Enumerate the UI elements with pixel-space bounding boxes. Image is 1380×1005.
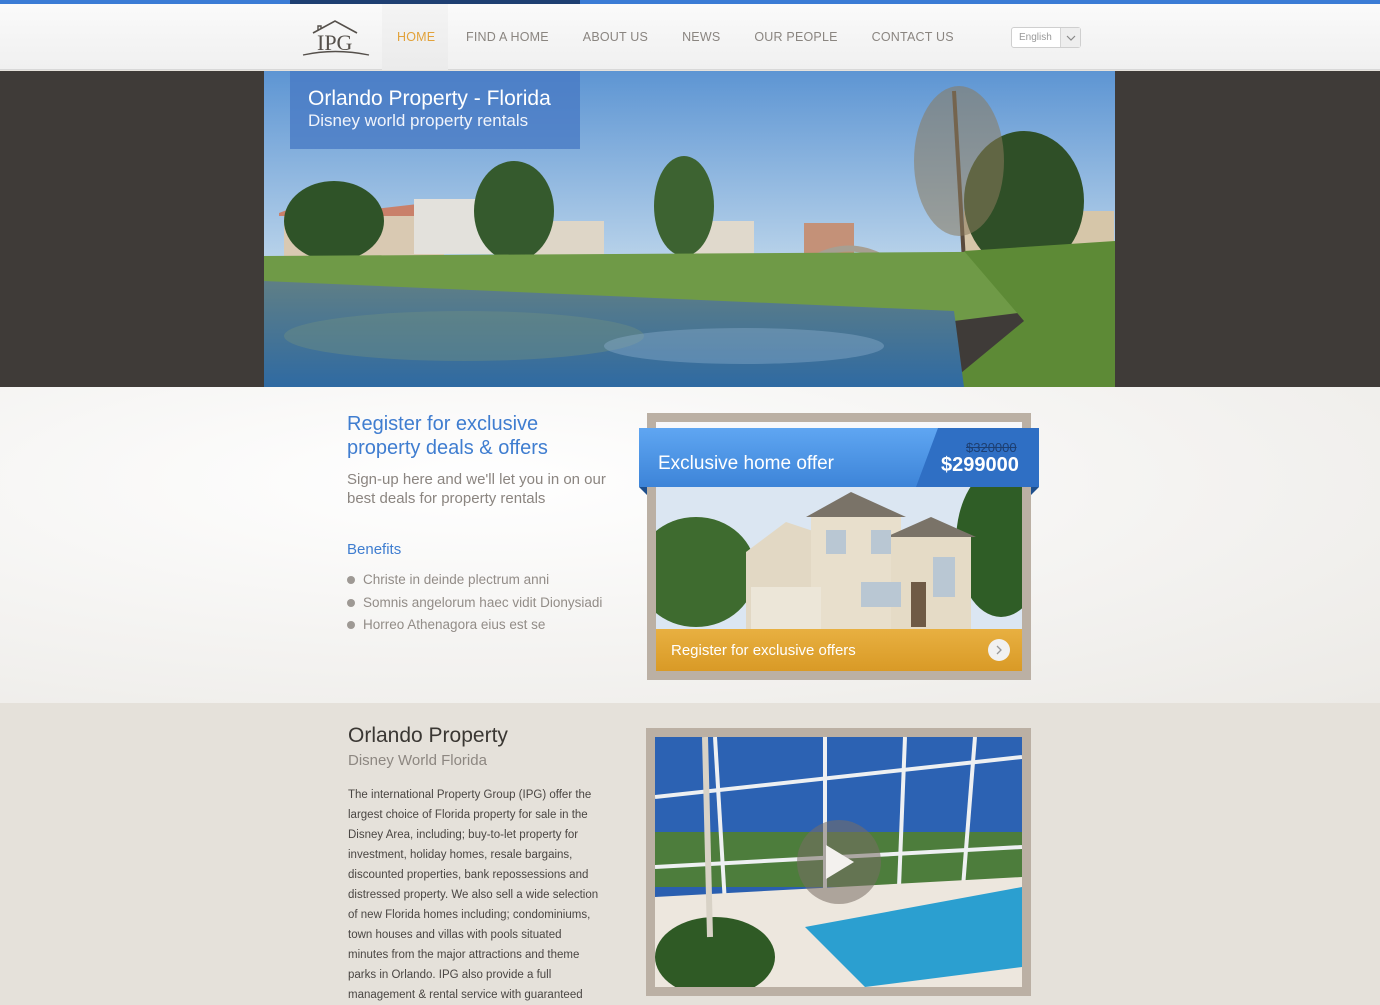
hero-caption: Orlando Property - Florida Disney world … bbox=[290, 71, 580, 149]
register-title: Register for exclusive property deals & … bbox=[347, 413, 548, 459]
benefits-list: Christe in deinde plectrum anni Somnis a… bbox=[347, 569, 602, 637]
register-subtitle: Sign-up here and we'll let you in on our… bbox=[347, 471, 606, 507]
benefit-text: Christe in deinde plectrum anni bbox=[363, 572, 550, 588]
old-price: $320000 bbox=[966, 440, 1017, 455]
ipg-logo[interactable]: IPG bbox=[290, 4, 382, 70]
bullet-icon bbox=[347, 598, 355, 607]
ribbon-fold-left bbox=[639, 487, 647, 495]
offer-label: Exclusive home offer bbox=[658, 453, 835, 474]
new-price: $299000 bbox=[941, 454, 1019, 476]
chevron-down-icon bbox=[1060, 28, 1080, 47]
register-offers-button[interactable]: Register for exclusive offers bbox=[656, 629, 1022, 671]
benefit-item: Horreo Athenagora eius est se bbox=[347, 614, 602, 637]
play-icon[interactable] bbox=[797, 820, 881, 904]
bullet-icon bbox=[347, 621, 355, 630]
site-header: IPG HOME FIND A HOME ABOUT US NEWS OUR P… bbox=[0, 4, 1380, 70]
nav-contact-us[interactable]: CONTACT US bbox=[856, 4, 970, 70]
ipg-logo-icon: IPG bbox=[302, 20, 370, 56]
bullet-icon bbox=[347, 576, 355, 585]
benefit-text: Horreo Athenagora eius est se bbox=[363, 617, 546, 633]
benefits-title: Benefits bbox=[347, 541, 402, 558]
about-body: The international Property Group (IPG) o… bbox=[348, 789, 599, 1001]
benefit-item: Somnis angelorum haec vidit Dionysiadi bbox=[347, 592, 602, 615]
language-value: English bbox=[1019, 32, 1052, 43]
chevron-right-icon[interactable] bbox=[988, 639, 1010, 661]
ribbon-fold-right bbox=[1031, 487, 1039, 495]
hero-title: Orlando Property - Florida bbox=[308, 87, 551, 110]
main-nav: HOME FIND A HOME ABOUT US NEWS OUR PEOPL… bbox=[382, 4, 972, 70]
benefit-text: Somnis angelorum haec vidit Dionysiadi bbox=[363, 594, 603, 610]
nav-our-people[interactable]: OUR PEOPLE bbox=[738, 4, 853, 70]
register-offers-label: Register for exclusive offers bbox=[671, 641, 856, 659]
about-title: Orlando Property bbox=[348, 724, 508, 747]
hero-subtitle: Disney world property rentals bbox=[308, 111, 529, 130]
benefit-item: Christe in deinde plectrum anni bbox=[347, 569, 602, 592]
about-subtitle: Disney World Florida bbox=[348, 752, 487, 769]
nav-home[interactable]: HOME bbox=[382, 4, 448, 70]
nav-find-a-home[interactable]: FIND A HOME bbox=[450, 4, 565, 70]
nav-news[interactable]: NEWS bbox=[666, 4, 736, 70]
language-select[interactable]: English bbox=[1011, 27, 1081, 48]
nav-about-us[interactable]: ABOUT US bbox=[567, 4, 664, 70]
